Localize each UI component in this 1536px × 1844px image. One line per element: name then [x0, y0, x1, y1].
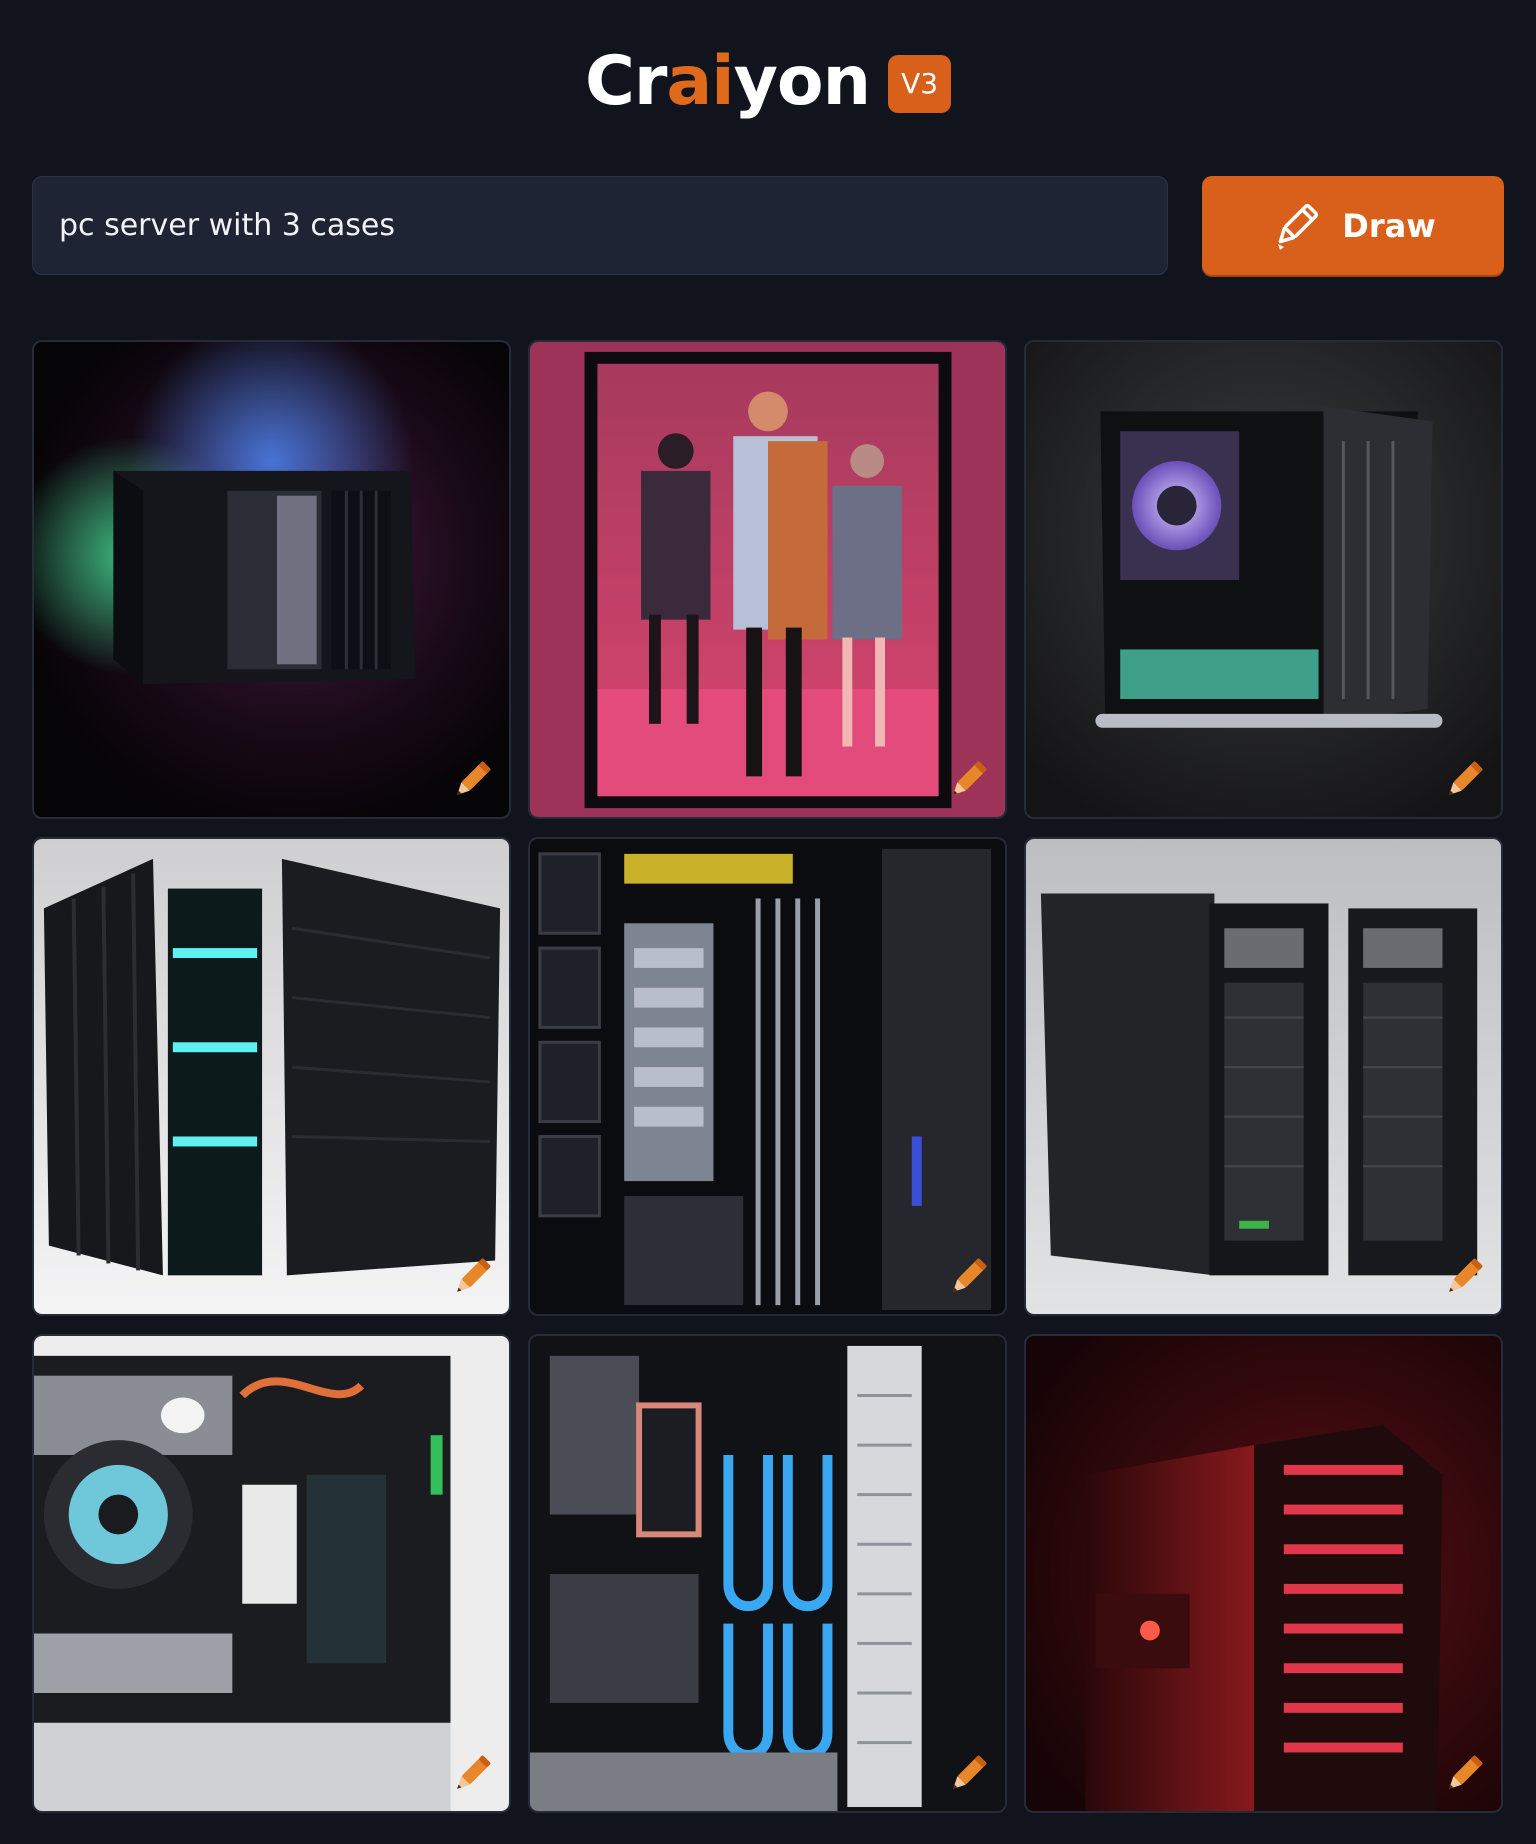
results-grid [32, 340, 1504, 1813]
red-server-image [1026, 1336, 1501, 1811]
result-image-8[interactable] [528, 1334, 1007, 1813]
edit-icon[interactable] [449, 757, 495, 803]
edit-icon[interactable] [945, 1254, 991, 1300]
result-image-6[interactable] [1024, 837, 1503, 1316]
draw-button[interactable]: Draw [1202, 176, 1504, 275]
edit-icon[interactable] [1441, 1751, 1487, 1797]
result-image-1[interactable] [32, 340, 511, 819]
result-image-2[interactable] [528, 340, 1007, 819]
edit-icon[interactable] [449, 1751, 495, 1797]
edit-icon[interactable] [1441, 1254, 1487, 1300]
logo-wordmark: Craiyon [584, 42, 871, 121]
server-rack-cyan-image [34, 839, 509, 1314]
figures-pink-image [530, 342, 1005, 817]
edit-icon[interactable] [945, 1751, 991, 1797]
version-badge: V3 [888, 55, 952, 113]
draw-button-label: Draw [1342, 206, 1436, 245]
prompt-input[interactable]: pc server with 3 cases [32, 176, 1168, 275]
pencil-icon [1278, 203, 1319, 250]
result-image-4[interactable] [32, 837, 511, 1316]
open-pc-case-image [1026, 342, 1501, 817]
watercooled-interior-image [530, 1336, 1005, 1811]
prompt-text: pc server with 3 cases [59, 208, 395, 243]
result-image-3[interactable] [1024, 340, 1503, 819]
result-image-5[interactable] [528, 837, 1007, 1316]
server-interior-image [530, 839, 1005, 1314]
server-glow-image [34, 342, 509, 817]
edit-icon[interactable] [449, 1254, 495, 1300]
result-image-9[interactable] [1024, 1334, 1503, 1813]
craiyon-logo[interactable]: Craiyon V3 [0, 42, 1536, 122]
edit-icon[interactable] [1441, 757, 1487, 803]
result-image-7[interactable] [32, 1334, 511, 1813]
twin-server-cases-image [1026, 839, 1501, 1314]
edit-icon[interactable] [945, 757, 991, 803]
pc-internals-image [34, 1336, 509, 1811]
